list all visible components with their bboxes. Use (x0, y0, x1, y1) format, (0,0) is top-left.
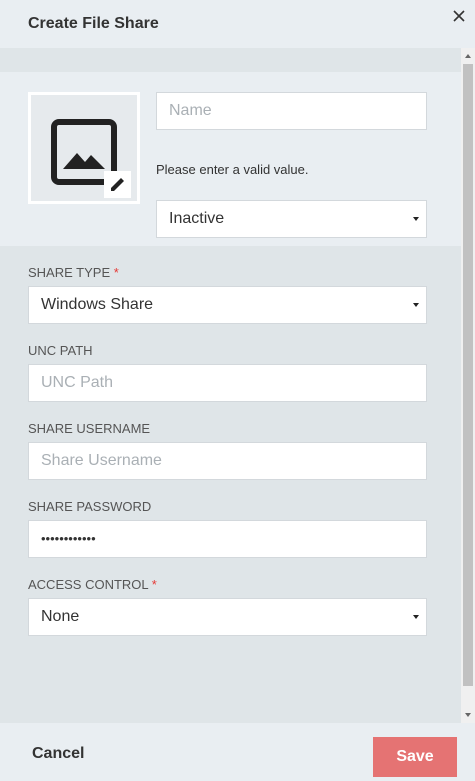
dialog-header: Create File Share (0, 0, 475, 48)
share-type-label: SHARE TYPE * (28, 265, 119, 280)
status-value: Inactive (169, 210, 225, 227)
share-username-input[interactable] (28, 442, 427, 480)
dialog-body[interactable]: Please enter a valid value. Inactive SHA… (0, 48, 461, 723)
scroll-up-icon[interactable] (461, 48, 475, 64)
caret-down-icon (413, 217, 419, 221)
image-upload[interactable] (28, 92, 140, 204)
close-button[interactable] (449, 6, 469, 26)
identity-section: Please enter a valid value. Inactive (0, 72, 461, 246)
vertical-scrollbar[interactable] (461, 48, 475, 723)
required-marker: * (113, 265, 119, 280)
share-settings-section: SHARE TYPE * Windows Share UNC PATH SHAR… (0, 246, 461, 723)
unc-path-input[interactable] (28, 364, 427, 402)
top-strip (0, 48, 461, 72)
share-type-value: Windows Share (41, 296, 154, 313)
dialog-footer: Cancel Save (0, 723, 475, 781)
share-username-label: SHARE USERNAME (28, 421, 151, 436)
access-control-value: None (41, 608, 80, 625)
scroll-down-icon[interactable] (461, 707, 475, 723)
dialog-title: Create File Share (28, 15, 159, 32)
edit-icon[interactable] (104, 171, 131, 198)
name-hint: Please enter a valid value. (156, 162, 309, 177)
name-input[interactable] (156, 92, 427, 130)
unc-path-label: UNC PATH (28, 343, 93, 358)
share-password-input[interactable]: •••••••••••• (28, 520, 427, 558)
required-marker: * (151, 577, 157, 592)
scrollbar-thumb[interactable] (463, 64, 473, 686)
caret-down-icon (413, 615, 419, 619)
access-control-select[interactable]: None (28, 598, 427, 636)
share-type-select[interactable]: Windows Share (28, 286, 427, 324)
status-select[interactable]: Inactive (156, 200, 427, 238)
share-password-label: SHARE PASSWORD (28, 499, 152, 514)
access-control-label: ACCESS CONTROL * (28, 577, 157, 592)
close-icon (453, 10, 465, 22)
caret-down-icon (413, 303, 419, 307)
cancel-button[interactable]: Cancel (32, 745, 84, 763)
save-button[interactable]: Save (373, 737, 457, 777)
